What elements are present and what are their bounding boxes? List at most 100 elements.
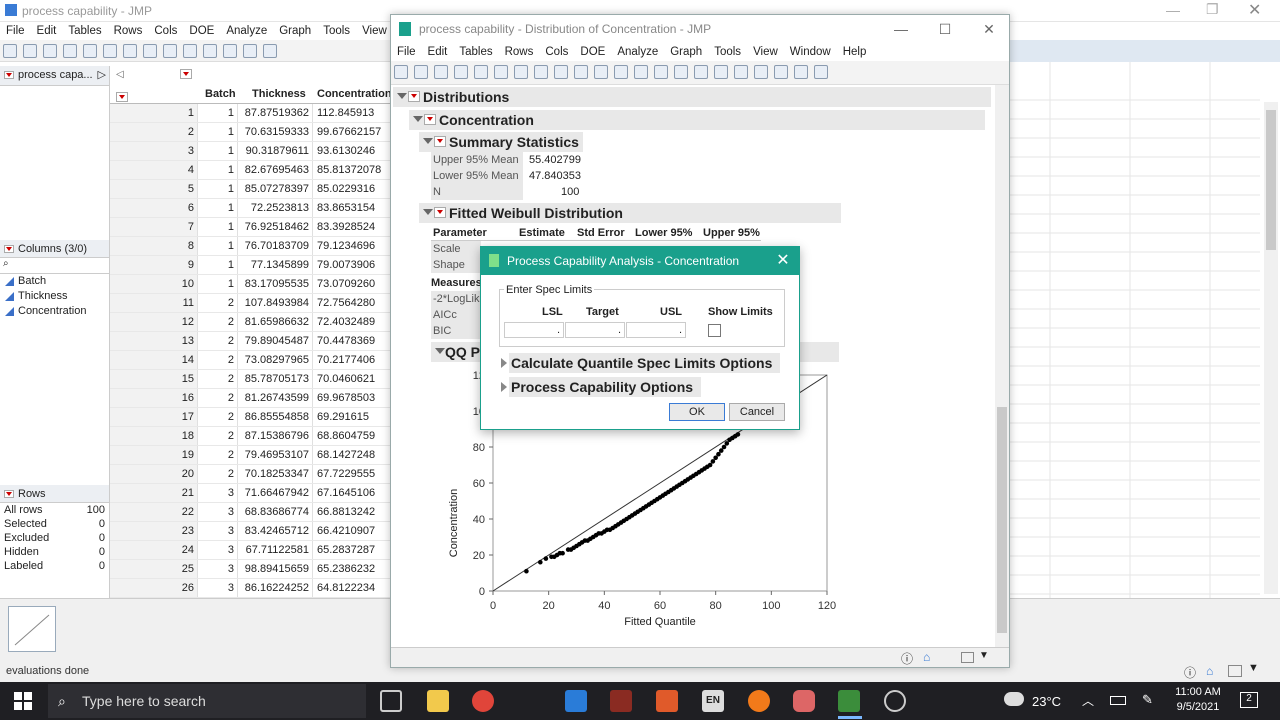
disclosure-icon[interactable] [501, 358, 507, 368]
ok-button[interactable]: OK [669, 403, 725, 421]
new-script-icon[interactable] [414, 65, 428, 79]
menu-analyze[interactable]: Analyze [220, 22, 273, 40]
app-icon[interactable] [472, 690, 494, 712]
table-cell[interactable]: 72.7564280 [313, 294, 392, 312]
table-cell[interactable]: 64.8122234 [313, 579, 392, 597]
row-number[interactable]: 21 [110, 484, 198, 502]
firefox-icon[interactable] [748, 690, 770, 712]
table-cell[interactable]: 67.7229555 [313, 465, 392, 483]
row-number[interactable]: 10 [110, 275, 198, 293]
row-number[interactable]: 13 [110, 332, 198, 350]
plus-icon[interactable] [754, 65, 768, 79]
table-row[interactable]: 2 1 70.63159333 99.67662157 [110, 123, 392, 142]
table-cell[interactable]: 69.291615 [313, 408, 392, 426]
table-icon[interactable] [183, 44, 197, 58]
table-cell[interactable]: 1 [198, 180, 238, 198]
table-cell[interactable]: 66.8813242 [313, 503, 392, 521]
layout-icon[interactable] [574, 65, 588, 79]
table-row[interactable]: 14 2 73.08297965 70.2177406 [110, 351, 392, 370]
table-cell[interactable]: 77.1345899 [238, 256, 313, 274]
cut-icon[interactable] [83, 44, 97, 58]
chevron-left-icon[interactable]: ◁ [116, 69, 124, 80]
target-input[interactable]: . [565, 322, 625, 338]
table-cell[interactable]: 68.83686774 [238, 503, 313, 521]
table-cell[interactable]: 90.31879611 [238, 142, 313, 160]
new-script-icon[interactable] [23, 44, 37, 58]
table-cell[interactable]: 2 [198, 332, 238, 350]
table-cell[interactable]: 72.4032489 [313, 313, 392, 331]
table-cell[interactable]: 99.67662157 [313, 123, 392, 141]
table-cell[interactable]: 86.16224252 [238, 579, 313, 597]
column-item-batch[interactable]: Batch [0, 274, 109, 289]
row-number[interactable]: 20 [110, 465, 198, 483]
table-cell[interactable]: 76.92518462 [238, 218, 313, 236]
window-list-icon[interactable] [1228, 665, 1242, 677]
table-cell[interactable]: 79.46953107 [238, 446, 313, 464]
row-number[interactable]: 6 [110, 199, 198, 217]
weather-temp[interactable]: 23°C [1032, 694, 1061, 709]
row-number[interactable]: 4 [110, 161, 198, 179]
close-icon[interactable]: ✕ [979, 19, 999, 39]
lock-icon[interactable] [163, 44, 177, 58]
disclosure-icon[interactable] [423, 138, 433, 144]
app-icon[interactable] [793, 690, 815, 712]
table-cell[interactable]: 70.4478369 [313, 332, 392, 350]
chevron-up-icon[interactable]: ︿ [1082, 692, 1094, 709]
chevron-right-icon[interactable]: ▷ [98, 66, 106, 84]
process-capability-options[interactable]: Process Capability Options [509, 377, 702, 397]
info-icon[interactable]: ⓘ [901, 650, 913, 667]
table-row[interactable]: 5 1 85.07278397 85.0229316 [110, 180, 392, 199]
quantile-spec-limits-options[interactable]: Calculate Quantile Spec Limits Options [509, 353, 781, 373]
table-cell[interactable]: 3 [198, 522, 238, 540]
table-row[interactable]: 21 3 71.66467942 67.1645106 [110, 484, 392, 503]
menu-rows[interactable]: Rows [499, 43, 540, 61]
weather-icon[interactable] [1004, 692, 1024, 706]
table-cell[interactable]: 73.08297965 [238, 351, 313, 369]
row-number[interactable]: 22 [110, 503, 198, 521]
row-number[interactable]: 14 [110, 351, 198, 369]
column-search-input[interactable]: ⌕ [0, 258, 109, 274]
arrow-icon[interactable] [263, 44, 277, 58]
table-cell[interactable]: 3 [198, 484, 238, 502]
vscode-icon[interactable] [565, 690, 587, 712]
chevron-down-icon[interactable]: ▼ [979, 650, 989, 661]
jmp-taskbar-icon[interactable] [838, 690, 860, 712]
help-icon[interactable] [634, 65, 648, 79]
concentration-outline[interactable]: Concentration [409, 110, 985, 130]
taskbar-search-input[interactable]: ⌕ Type here to search [48, 684, 366, 718]
row-number[interactable]: 17 [110, 408, 198, 426]
table-cell[interactable]: 2 [198, 351, 238, 369]
chevron-down-icon[interactable]: ▼ [1248, 662, 1259, 674]
table-cell[interactable]: 81.26743599 [238, 389, 313, 407]
cut-icon[interactable] [474, 65, 488, 79]
disclosure-icon[interactable] [397, 93, 407, 99]
table-cell[interactable]: 68.8604759 [313, 427, 392, 445]
table-row[interactable]: 1 1 87.87519362 112.845913 [110, 104, 392, 123]
table-cell[interactable]: 85.07278397 [238, 180, 313, 198]
fit-icon[interactable] [243, 44, 257, 58]
task-view-icon[interactable] [380, 690, 402, 712]
minimize-icon[interactable]: — [891, 19, 911, 39]
table-cell[interactable]: 1 [198, 256, 238, 274]
row-number[interactable]: 16 [110, 389, 198, 407]
window-list-icon[interactable] [961, 652, 974, 663]
table-cell[interactable]: 82.67695463 [238, 161, 313, 179]
file-explorer-icon[interactable] [427, 690, 449, 712]
show-limits-checkbox[interactable] [708, 324, 721, 337]
row-number[interactable]: 2 [110, 123, 198, 141]
polygon-icon[interactable] [814, 65, 828, 79]
table-cell[interactable]: 81.65986632 [238, 313, 313, 331]
table-cell[interactable]: 93.6130246 [313, 142, 392, 160]
table-row[interactable]: 19 2 79.46953107 68.1427248 [110, 446, 392, 465]
table-cell[interactable]: 2 [198, 370, 238, 388]
disclosure-icon[interactable] [423, 209, 433, 215]
menu-tables[interactable]: Tables [453, 43, 498, 61]
row-number[interactable]: 25 [110, 560, 198, 578]
table-cell[interactable]: 83.8653154 [313, 199, 392, 217]
save-icon[interactable] [63, 44, 77, 58]
hand-icon[interactable] [674, 65, 688, 79]
table-cell[interactable]: 112.845913 [313, 104, 392, 122]
lsl-input[interactable]: . [504, 322, 564, 338]
table-row[interactable]: 8 1 76.70183709 79.1234696 [110, 237, 392, 256]
table-cell[interactable]: 3 [198, 503, 238, 521]
